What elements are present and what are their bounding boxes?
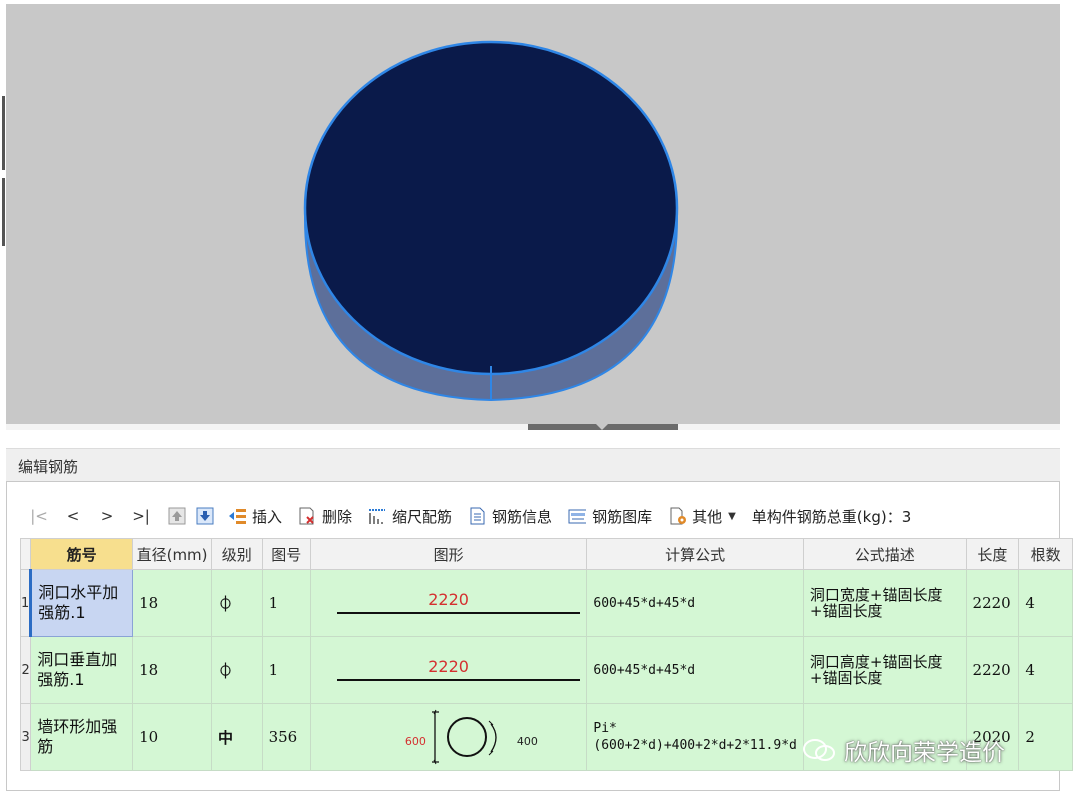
rebar-toolbar: |< < > >| 插入 删除 缩尺配筋 钢筋信息 钢筋图库 其他 ▼ 单构件钢…: [22, 498, 1062, 534]
3d-viewport[interactable]: [6, 4, 1060, 424]
move-down-icon: [196, 507, 214, 525]
table-row[interactable]: 2 洞口垂直加强筋.1 18 ⏀ 1 2220 600+45*d+45*d 洞口…: [19, 636, 1073, 704]
watermark: 欣欣向荣学造价: [802, 733, 1005, 767]
first-record-button[interactable]: |<: [22, 507, 56, 525]
column-header-shape-no[interactable]: 图号: [261, 538, 311, 570]
shape-length-label: 2220: [428, 657, 469, 676]
diameter-cell[interactable]: 18: [132, 636, 213, 704]
grade-cell[interactable]: ⏀: [211, 636, 263, 704]
shape-no-cell[interactable]: 1: [261, 636, 311, 704]
delete-row-icon: [299, 507, 314, 525]
shape-cell[interactable]: 2220: [309, 569, 588, 637]
straight-bar-diagram: 2220: [311, 637, 587, 703]
row-number[interactable]: 2: [19, 636, 32, 704]
row-number-header: [19, 538, 32, 570]
description-cell[interactable]: 洞口高度+锚固长度+锚固长度: [802, 636, 967, 704]
cylinder-top-face: [303, 40, 679, 376]
table-header-row: 筋号 直径(mm) 级别 图号 图形 计算公式 公式描述 长度 根数: [19, 538, 1073, 570]
scale-rebar-label: 缩尺配筋: [392, 507, 453, 526]
ring-diameter-label: 600: [404, 735, 426, 748]
insert-row-icon: [229, 509, 246, 524]
last-record-button[interactable]: >|: [124, 507, 158, 525]
move-down-button[interactable]: [196, 507, 214, 525]
straight-bar-line: [336, 679, 581, 681]
column-header-length[interactable]: 长度: [965, 538, 1020, 570]
chat-bubble-icon: [803, 739, 835, 761]
column-header-diameter[interactable]: 直径(mm): [132, 538, 213, 570]
count-cell[interactable]: 4: [1018, 636, 1073, 704]
total-weight-label: 单构件钢筋总重(kg)：3: [751, 507, 912, 526]
other-label: 其他: [692, 507, 723, 526]
grade-cell[interactable]: ⏀: [211, 569, 263, 637]
ring-lap-label: 400: [516, 735, 538, 748]
insert-label: 插入: [252, 507, 283, 526]
diameter-cell[interactable]: 18: [132, 569, 213, 637]
rebar-info-button[interactable]: 钢筋信息: [468, 506, 552, 527]
watermark-text: 欣欣向荣学造价: [844, 740, 1005, 766]
delete-button[interactable]: 删除: [298, 506, 352, 527]
straight-bar-line: [336, 612, 581, 614]
row-number[interactable]: 1: [19, 569, 33, 637]
diameter-cell[interactable]: 10: [132, 703, 213, 771]
settings-document-icon: [670, 507, 687, 525]
formula-cell[interactable]: 600+45*d+45*d: [586, 569, 804, 637]
column-header-description[interactable]: 公式描述: [802, 538, 967, 570]
viewport-edge-marker: [2, 178, 5, 246]
insert-button[interactable]: 插入: [228, 506, 282, 527]
previous-record-button[interactable]: <: [56, 507, 90, 525]
row-number[interactable]: 3: [19, 703, 32, 771]
column-header-formula[interactable]: 计算公式: [586, 538, 804, 570]
move-up-button[interactable]: [168, 507, 186, 525]
rebar-info-label: 钢筋信息: [492, 507, 553, 526]
shape-length-label: 2220: [428, 590, 469, 609]
ring-rebar-icon: [431, 709, 497, 765]
length-cell[interactable]: 2220: [965, 569, 1020, 637]
shape-no-cell[interactable]: 1: [261, 569, 311, 637]
column-header-count[interactable]: 根数: [1018, 538, 1073, 570]
formula-cell[interactable]: Pi*(600+2*d)+400+2*d+2*11.9*d: [586, 703, 804, 771]
description-cell[interactable]: 洞口宽度+锚固长度+锚固长度: [802, 569, 967, 637]
document-info-icon: [470, 507, 485, 525]
length-cell[interactable]: 2220: [965, 636, 1020, 704]
shape-no-cell[interactable]: 356: [261, 703, 311, 771]
ring-bar-diagram: 600 400: [311, 704, 587, 770]
other-menu-button[interactable]: 其他 ▼: [668, 506, 736, 527]
rebar-name-cell[interactable]: 墙环形加强筋: [30, 703, 134, 771]
count-cell[interactable]: 4: [1018, 569, 1073, 637]
rebar-library-button[interactable]: 钢筋图库: [568, 506, 652, 527]
column-header-shape[interactable]: 图形: [309, 538, 588, 570]
next-record-button[interactable]: >: [90, 507, 124, 525]
panel-header: 编辑钢筋: [6, 448, 1060, 481]
column-header-name[interactable]: 筋号: [30, 538, 134, 570]
panel-title: 编辑钢筋: [18, 458, 79, 476]
chevron-down-icon: ▼: [728, 510, 736, 522]
splitter-notch-icon: [596, 424, 608, 430]
rebar-library-label: 钢筋图库: [592, 507, 653, 526]
table-row[interactable]: 1 洞口水平加强筋.1 18 ⏀ 1 2220 600+45*d+45*d 洞口…: [19, 569, 1073, 637]
shape-cell[interactable]: 2220: [309, 636, 588, 704]
image-library-icon: [568, 509, 587, 524]
scale-rebar-icon: [369, 509, 386, 524]
grade-cell[interactable]: 中: [211, 703, 263, 771]
shape-cell[interactable]: 600 400: [309, 703, 588, 771]
rebar-name-cell[interactable]: 洞口垂直加强筋.1: [30, 636, 134, 704]
count-cell[interactable]: 2: [1018, 703, 1073, 771]
scale-rebar-button[interactable]: 缩尺配筋: [368, 506, 452, 527]
straight-bar-diagram: 2220: [311, 570, 587, 636]
opening-cylinder-model[interactable]: [6, 4, 1060, 424]
column-header-grade[interactable]: 级别: [211, 538, 263, 570]
viewport-edge-marker: [2, 96, 5, 170]
rebar-name-cell[interactable]: 洞口水平加强筋.1: [30, 569, 134, 637]
move-up-icon: [168, 507, 186, 525]
formula-cell[interactable]: 600+45*d+45*d: [586, 636, 804, 704]
delete-label: 删除: [322, 507, 353, 526]
